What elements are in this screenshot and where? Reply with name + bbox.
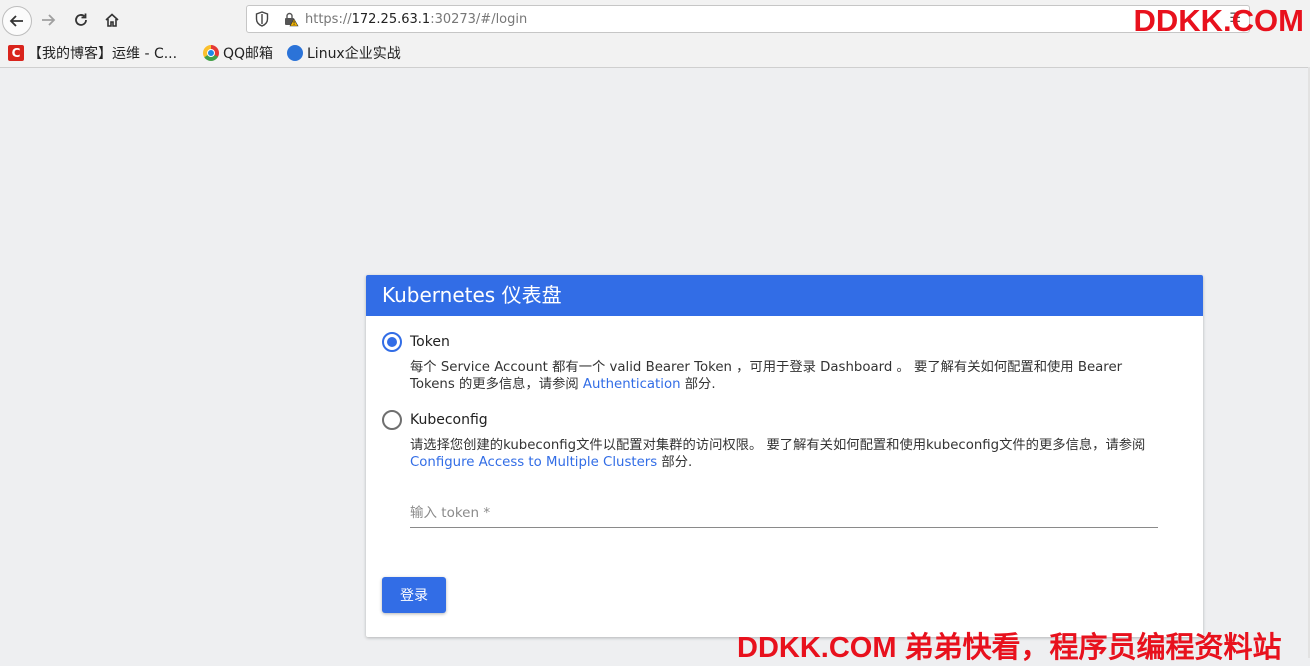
arrow-right-icon bbox=[42, 14, 56, 26]
reload-button[interactable] bbox=[67, 6, 95, 34]
reload-icon bbox=[75, 13, 87, 26]
configure-access-link[interactable]: Configure Access to Multiple Clusters bbox=[410, 455, 657, 470]
home-icon bbox=[105, 13, 119, 27]
card-title: Kubernetes 仪表盘 bbox=[366, 275, 1203, 316]
kubeconfig-desc-suffix: 部分. bbox=[657, 455, 693, 470]
url-path: :30273/#/login bbox=[430, 12, 528, 27]
back-button[interactable] bbox=[2, 6, 32, 36]
linux-icon bbox=[287, 45, 303, 61]
bookmark-qq-mail[interactable]: QQ邮箱 bbox=[203, 43, 273, 63]
token-field[interactable] bbox=[410, 501, 1158, 528]
address-bar[interactable]: https://172.25.63.1:30273/#/login ☰ bbox=[246, 5, 1250, 33]
kubeconfig-label[interactable]: Kubeconfig bbox=[410, 412, 488, 428]
url-prefix: https:// bbox=[305, 12, 352, 27]
token-input[interactable] bbox=[410, 501, 1158, 525]
token-description: 每个 Service Account 都有一个 valid Bearer Tok… bbox=[410, 359, 1170, 393]
kubeconfig-radio[interactable] bbox=[382, 410, 402, 430]
bookmark-label: QQ邮箱 bbox=[223, 46, 274, 62]
csdn-icon: C bbox=[8, 45, 24, 61]
token-desc-suffix: 部分. bbox=[680, 377, 716, 392]
bookmark-blog[interactable]: C 【我的博客】运维 - C... bbox=[8, 43, 177, 63]
arrow-left-icon bbox=[9, 15, 23, 27]
token-radio[interactable] bbox=[382, 332, 402, 352]
kubeconfig-description: 请选择您创建的kubeconfig文件以配置对集群的访问权限。 要了解有关如何配… bbox=[410, 437, 1170, 471]
token-label[interactable]: Token bbox=[410, 334, 450, 350]
kubeconfig-desc-text: 请选择您创建的kubeconfig文件以配置对集群的访问权限。 要了解有关如何配… bbox=[410, 438, 1146, 453]
bookmark-label: Linux企业实战 bbox=[307, 46, 401, 62]
url-text[interactable]: https://172.25.63.1:30273/#/login bbox=[305, 12, 527, 27]
forward-button[interactable] bbox=[34, 6, 62, 34]
bookmark-linux[interactable]: Linux企业实战 bbox=[287, 43, 401, 63]
bookmarks-bar: C 【我的博客】运维 - C... QQ邮箱 Linux企业实战 bbox=[0, 40, 1310, 64]
qq-mail-icon bbox=[203, 45, 219, 61]
browser-toolbar: https://172.25.63.1:30273/#/login ☰ C 【我… bbox=[0, 0, 1310, 68]
option-kubeconfig[interactable]: Kubeconfig bbox=[382, 410, 488, 430]
watermark-top: DDKK.COM bbox=[1133, 3, 1305, 38]
home-button[interactable] bbox=[98, 6, 126, 34]
url-host: 172.25.63.1 bbox=[351, 12, 431, 27]
shield-icon[interactable] bbox=[255, 11, 269, 27]
login-card: Kubernetes 仪表盘 Token 每个 Service Account … bbox=[366, 275, 1203, 637]
token-desc-text: 每个 Service Account 都有一个 valid Bearer Tok… bbox=[410, 360, 1123, 392]
option-token[interactable]: Token bbox=[382, 332, 450, 352]
login-button[interactable]: 登录 bbox=[382, 577, 446, 613]
insecure-lock-icon[interactable] bbox=[283, 11, 299, 27]
bookmark-label: 【我的博客】运维 - C... bbox=[28, 46, 178, 62]
watermark-bottom: DDKK.COM 弟弟快看，程序员编程资料站 bbox=[737, 632, 1282, 664]
authentication-link[interactable]: Authentication bbox=[583, 377, 681, 392]
